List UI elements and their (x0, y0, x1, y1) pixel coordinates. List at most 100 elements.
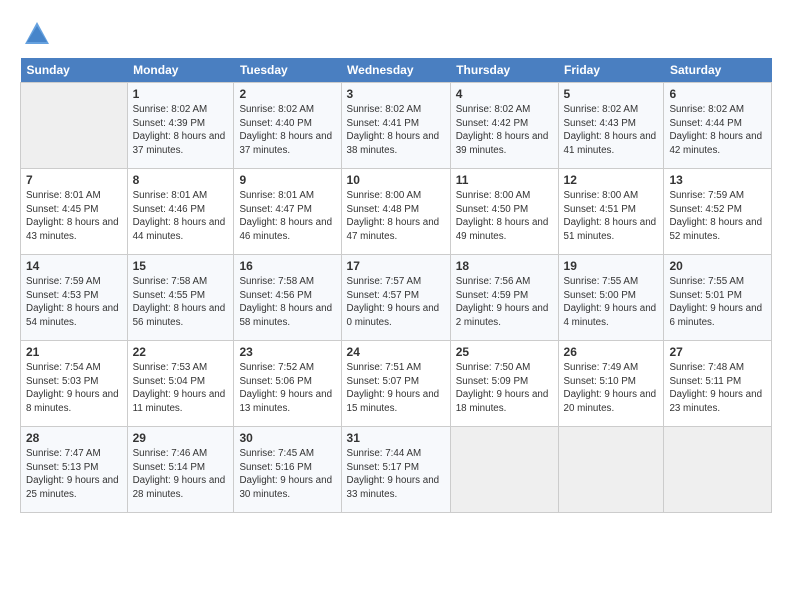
day-info: Sunrise: 8:02 AMSunset: 4:44 PMDaylight:… (669, 103, 766, 158)
col-header-sunday: Sunday (21, 58, 128, 83)
day-number: 30 (239, 431, 335, 445)
calendar-cell: 28 Sunrise: 7:47 AMSunset: 5:13 PMDayligh… (21, 427, 128, 513)
day-number: 5 (564, 87, 659, 101)
calendar-cell: 1 Sunrise: 8:02 AMSunset: 4:39 PMDaylight… (127, 83, 234, 169)
calendar-cell: 29 Sunrise: 7:46 AMSunset: 5:14 PMDayligh… (127, 427, 234, 513)
day-info: Sunrise: 7:59 AMSunset: 4:53 PMDaylight:… (26, 275, 122, 330)
day-number: 7 (26, 173, 122, 187)
calendar-cell: 6 Sunrise: 8:02 AMSunset: 4:44 PMDaylight… (664, 83, 772, 169)
calendar-cell: 19 Sunrise: 7:55 AMSunset: 5:00 PMDayligh… (558, 255, 664, 341)
day-info: Sunrise: 7:46 AMSunset: 5:14 PMDaylight:… (133, 447, 229, 502)
calendar-cell: 25Sunrise: 7:50 AMSunset: 5:09 PMDayligh… (450, 341, 558, 427)
col-header-friday: Friday (558, 58, 664, 83)
day-number: 3 (347, 87, 445, 101)
calendar-cell (664, 427, 772, 513)
day-number: 2 (239, 87, 335, 101)
col-header-tuesday: Tuesday (234, 58, 341, 83)
calendar-cell: 3 Sunrise: 8:02 AMSunset: 4:41 PMDaylight… (341, 83, 450, 169)
day-number: 25 (456, 345, 553, 359)
day-number: 11 (456, 173, 553, 187)
calendar-cell: 21Sunrise: 7:54 AMSunset: 5:03 PMDayligh… (21, 341, 128, 427)
calendar-table: SundayMondayTuesdayWednesdayThursdayFrid… (20, 58, 772, 513)
header (20, 16, 772, 48)
day-info: Sunrise: 7:52 AMSunset: 5:06 PMDaylight:… (239, 361, 335, 416)
day-number: 1 (133, 87, 229, 101)
calendar-cell: 31 Sunrise: 7:44 AMSunset: 5:17 PMDayligh… (341, 427, 450, 513)
col-header-monday: Monday (127, 58, 234, 83)
day-info: Sunrise: 7:47 AMSunset: 5:13 PMDaylight:… (26, 447, 122, 502)
calendar-cell: 11Sunrise: 8:00 AMSunset: 4:50 PMDayligh… (450, 169, 558, 255)
day-number: 14 (26, 259, 122, 273)
day-info: Sunrise: 7:45 AMSunset: 5:16 PMDaylight:… (239, 447, 335, 502)
day-number: 28 (26, 431, 122, 445)
day-info: Sunrise: 7:56 AMSunset: 4:59 PMDaylight:… (456, 275, 553, 330)
day-number: 8 (133, 173, 229, 187)
day-info: Sunrise: 7:51 AMSunset: 5:07 PMDaylight:… (347, 361, 445, 416)
calendar-cell: 9 Sunrise: 8:01 AMSunset: 4:47 PMDaylight… (234, 169, 341, 255)
day-info: Sunrise: 8:01 AMSunset: 4:45 PMDaylight:… (26, 189, 122, 244)
day-number: 31 (347, 431, 445, 445)
day-number: 13 (669, 173, 766, 187)
calendar-cell: 13 Sunrise: 7:59 AMSunset: 4:52 PMDayligh… (664, 169, 772, 255)
calendar-cell (558, 427, 664, 513)
day-number: 22 (133, 345, 229, 359)
calendar-cell: 27Sunrise: 7:48 AMSunset: 5:11 PMDayligh… (664, 341, 772, 427)
logo (20, 20, 51, 48)
week-row-1: 1 Sunrise: 8:02 AMSunset: 4:39 PMDaylight… (21, 83, 772, 169)
day-number: 20 (669, 259, 766, 273)
calendar-cell: 18Sunrise: 7:56 AMSunset: 4:59 PMDayligh… (450, 255, 558, 341)
day-info: Sunrise: 8:02 AMSunset: 4:39 PMDaylight:… (133, 103, 229, 158)
calendar-cell: 30 Sunrise: 7:45 AMSunset: 5:16 PMDayligh… (234, 427, 341, 513)
day-number: 24 (347, 345, 445, 359)
day-info: Sunrise: 7:55 AMSunset: 5:01 PMDaylight:… (669, 275, 766, 330)
day-number: 4 (456, 87, 553, 101)
col-header-thursday: Thursday (450, 58, 558, 83)
calendar-cell: 26Sunrise: 7:49 AMSunset: 5:10 PMDayligh… (558, 341, 664, 427)
day-number: 6 (669, 87, 766, 101)
calendar-cell (450, 427, 558, 513)
day-number: 12 (564, 173, 659, 187)
week-row-2: 7 Sunrise: 8:01 AMSunset: 4:45 PMDaylight… (21, 169, 772, 255)
day-info: Sunrise: 7:58 AMSunset: 4:56 PMDaylight:… (239, 275, 335, 330)
day-info: Sunrise: 8:02 AMSunset: 4:43 PMDaylight:… (564, 103, 659, 158)
day-info: Sunrise: 7:55 AMSunset: 5:00 PMDaylight:… (564, 275, 659, 330)
day-number: 23 (239, 345, 335, 359)
calendar-cell: 24 Sunrise: 7:51 AMSunset: 5:07 PMDayligh… (341, 341, 450, 427)
calendar-cell: 7 Sunrise: 8:01 AMSunset: 4:45 PMDaylight… (21, 169, 128, 255)
calendar-cell: 15Sunrise: 7:58 AMSunset: 4:55 PMDayligh… (127, 255, 234, 341)
day-number: 15 (133, 259, 229, 273)
calendar-cell: 17 Sunrise: 7:57 AMSunset: 4:57 PMDayligh… (341, 255, 450, 341)
day-info: Sunrise: 8:00 AMSunset: 4:51 PMDaylight:… (564, 189, 659, 244)
day-info: Sunrise: 8:02 AMSunset: 4:42 PMDaylight:… (456, 103, 553, 158)
day-number: 16 (239, 259, 335, 273)
calendar-cell: 2Sunrise: 8:02 AMSunset: 4:40 PMDaylight… (234, 83, 341, 169)
day-info: Sunrise: 8:00 AMSunset: 4:48 PMDaylight:… (347, 189, 445, 244)
calendar-cell: 16 Sunrise: 7:58 AMSunset: 4:56 PMDayligh… (234, 255, 341, 341)
calendar-cell: 12 Sunrise: 8:00 AMSunset: 4:51 PMDayligh… (558, 169, 664, 255)
calendar-cell: 4 Sunrise: 8:02 AMSunset: 4:42 PMDaylight… (450, 83, 558, 169)
week-row-5: 28 Sunrise: 7:47 AMSunset: 5:13 PMDayligh… (21, 427, 772, 513)
calendar-cell: 20 Sunrise: 7:55 AMSunset: 5:01 PMDayligh… (664, 255, 772, 341)
logo-icon (23, 20, 51, 48)
day-info: Sunrise: 7:59 AMSunset: 4:52 PMDaylight:… (669, 189, 766, 244)
day-info: Sunrise: 7:44 AMSunset: 5:17 PMDaylight:… (347, 447, 445, 502)
day-info: Sunrise: 8:02 AMSunset: 4:41 PMDaylight:… (347, 103, 445, 158)
calendar-cell: 5 Sunrise: 8:02 AMSunset: 4:43 PMDaylight… (558, 83, 664, 169)
calendar-page: SundayMondayTuesdayWednesdayThursdayFrid… (0, 0, 792, 612)
calendar-cell: 23 Sunrise: 7:52 AMSunset: 5:06 PMDayligh… (234, 341, 341, 427)
calendar-cell (21, 83, 128, 169)
day-number: 17 (347, 259, 445, 273)
day-info: Sunrise: 7:48 AMSunset: 5:11 PMDaylight:… (669, 361, 766, 416)
calendar-cell: 8 Sunrise: 8:01 AMSunset: 4:46 PMDaylight… (127, 169, 234, 255)
day-info: Sunrise: 8:01 AMSunset: 4:46 PMDaylight:… (133, 189, 229, 244)
day-number: 10 (347, 173, 445, 187)
day-number: 26 (564, 345, 659, 359)
day-info: Sunrise: 7:53 AMSunset: 5:04 PMDaylight:… (133, 361, 229, 416)
day-number: 9 (239, 173, 335, 187)
calendar-header-row: SundayMondayTuesdayWednesdayThursdayFrid… (21, 58, 772, 83)
day-info: Sunrise: 8:01 AMSunset: 4:47 PMDaylight:… (239, 189, 335, 244)
day-number: 29 (133, 431, 229, 445)
day-number: 19 (564, 259, 659, 273)
calendar-cell: 22 Sunrise: 7:53 AMSunset: 5:04 PMDayligh… (127, 341, 234, 427)
day-info: Sunrise: 7:57 AMSunset: 4:57 PMDaylight:… (347, 275, 445, 330)
